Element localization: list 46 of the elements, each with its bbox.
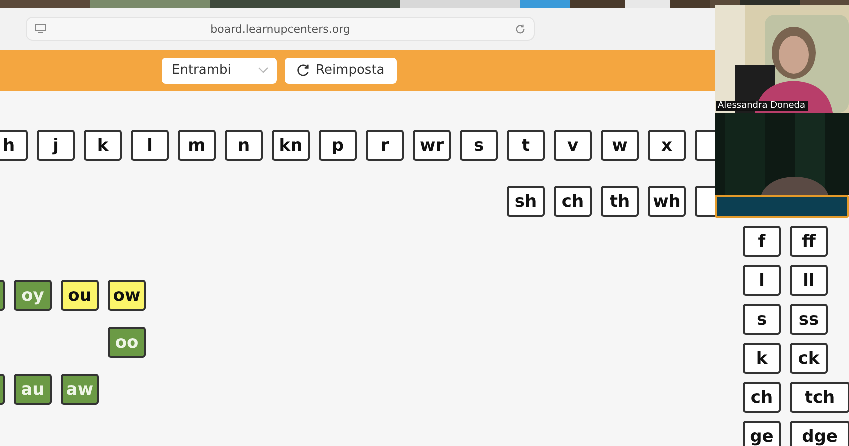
letter-tile[interactable]: ch bbox=[743, 382, 781, 413]
letter-tile[interactable]: ck bbox=[790, 343, 828, 374]
reload-icon[interactable] bbox=[515, 24, 526, 34]
letter-tile[interactable]: l bbox=[743, 265, 781, 296]
letter-tile[interactable]: tch bbox=[790, 382, 849, 413]
letter-tile[interactable]: dge bbox=[790, 421, 849, 446]
letter-tile[interactable] bbox=[0, 374, 5, 405]
letter-tile[interactable]: x bbox=[648, 130, 686, 161]
letter-tile[interactable]: s bbox=[460, 130, 498, 161]
letter-tile[interactable] bbox=[695, 186, 715, 217]
letter-tile[interactable]: ge bbox=[743, 421, 781, 446]
letter-tile[interactable]: ow bbox=[108, 280, 146, 311]
letter-tile[interactable]: sh bbox=[507, 186, 545, 217]
letter-tile[interactable]: ff bbox=[790, 226, 828, 257]
address-bar[interactable]: board.learnupcenters.org bbox=[26, 17, 535, 41]
letter-tile[interactable]: k bbox=[743, 343, 781, 374]
letter-tile[interactable]: w bbox=[601, 130, 639, 161]
letter-tile[interactable]: s bbox=[743, 304, 781, 335]
letter-tile[interactable]: k bbox=[84, 130, 122, 161]
letter-tile[interactable]: kn bbox=[272, 130, 310, 161]
mode-dropdown[interactable]: Entrambi bbox=[162, 58, 277, 84]
letter-tile[interactable]: n bbox=[225, 130, 263, 161]
letter-tile[interactable]: ll bbox=[790, 265, 828, 296]
letter-tile[interactable]: th bbox=[601, 186, 639, 217]
letter-tile[interactable]: r bbox=[366, 130, 404, 161]
letter-tile[interactable]: ss bbox=[790, 304, 828, 335]
letter-tile[interactable]: wr bbox=[413, 130, 451, 161]
url-text: board.learnupcenters.org bbox=[210, 22, 350, 36]
chevron-down-icon bbox=[258, 67, 269, 74]
letter-tile[interactable]: j bbox=[37, 130, 75, 161]
letter-tile[interactable]: m bbox=[178, 130, 216, 161]
letter-tile[interactable]: wh bbox=[648, 186, 686, 217]
letter-tile[interactable] bbox=[695, 130, 715, 161]
letter-tile[interactable]: ch bbox=[554, 186, 592, 217]
participant-name: Alessandra Doneda bbox=[716, 101, 808, 111]
letter-tile[interactable]: p bbox=[319, 130, 357, 161]
letter-tile[interactable]: ou bbox=[61, 280, 99, 311]
reset-button[interactable]: Reimposta bbox=[285, 58, 397, 84]
page-icon bbox=[35, 24, 46, 34]
letter-tile[interactable]: f bbox=[743, 226, 781, 257]
letter-tile[interactable]: v bbox=[554, 130, 592, 161]
letter-tile[interactable] bbox=[0, 280, 5, 311]
refresh-icon bbox=[297, 64, 310, 77]
letter-tile[interactable]: t bbox=[507, 130, 545, 161]
letter-tile[interactable]: h bbox=[0, 130, 28, 161]
letter-tile[interactable]: l bbox=[131, 130, 169, 161]
